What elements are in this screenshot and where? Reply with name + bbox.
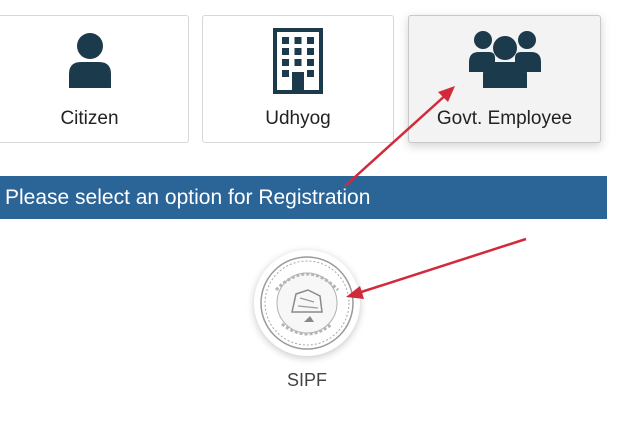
registration-banner: Please select an option for Registration — [0, 176, 607, 219]
option-label-citizen: Citizen — [60, 108, 119, 129]
sipf-label: SIPF — [286, 370, 327, 390]
person-icon — [65, 30, 115, 95]
arrow-to-sipf — [346, 237, 527, 299]
registration-page: Citizen Udhyog Govt. Employee Please sel… — [0, 0, 622, 423]
option-label-udhyog: Udhyog — [265, 108, 331, 129]
building-icon — [273, 28, 323, 99]
sipf-button[interactable] — [254, 250, 360, 356]
sipf-emblem-icon — [260, 256, 354, 350]
option-card-govt-employee[interactable]: Govt. Employee — [408, 15, 601, 143]
option-label-govt-employee: Govt. Employee — [436, 108, 573, 129]
option-card-udhyog[interactable]: Udhyog — [202, 15, 394, 143]
group-icon — [468, 28, 541, 93]
option-card-citizen[interactable]: Citizen — [0, 15, 189, 143]
